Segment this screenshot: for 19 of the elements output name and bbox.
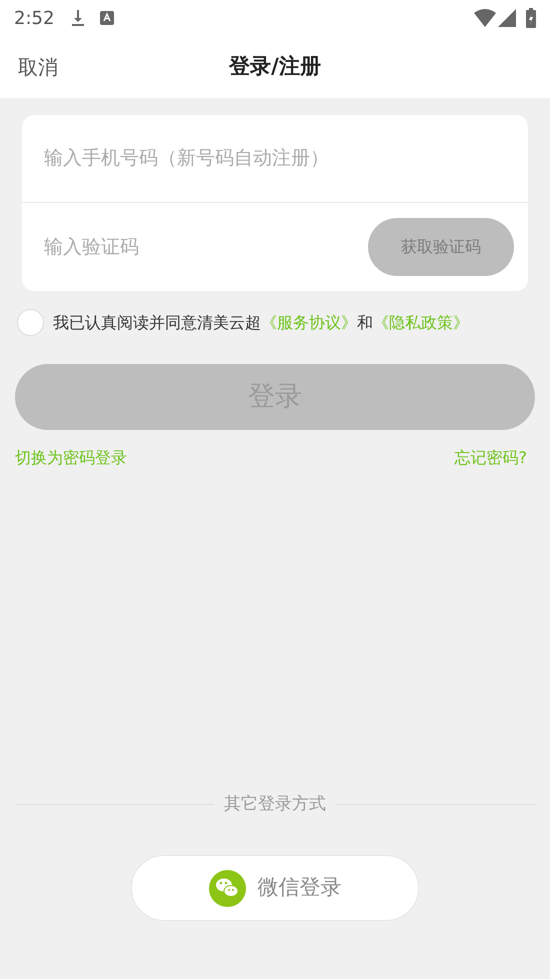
code-field[interactable]: 输入验证码 xyxy=(44,232,356,262)
agreement-checkbox[interactable] xyxy=(17,309,44,336)
policy-link[interactable]: 《隐私政策》 xyxy=(373,312,469,332)
battery-icon xyxy=(526,8,536,28)
cancel-button[interactable]: 取消 xyxy=(18,52,58,82)
keyboard-a-icon xyxy=(100,11,114,25)
page-title: 登录/注册 xyxy=(229,53,321,80)
wifi-icon xyxy=(474,9,496,27)
forgot-password-link[interactable]: 忘记密码? xyxy=(454,446,535,470)
policy-link[interactable]: 《服务协议》 xyxy=(261,312,357,332)
password-login-link[interactable]: 切换为密码登录 xyxy=(15,446,127,470)
agreement-text: 我已认真阅读并同意清美云超《服务协议》和《隐私政策》 xyxy=(53,312,469,334)
phone-field[interactable]: 输入手机号码（新号码自动注册） xyxy=(44,144,506,173)
signal-icon xyxy=(498,9,516,27)
other-login-label: 其它登录方式 xyxy=(224,792,326,816)
download-icon xyxy=(70,9,86,27)
status-time: 2:52 xyxy=(14,6,54,30)
wechat-login-button[interactable]: 微信登录 xyxy=(131,855,419,921)
chat-bubbles-icon xyxy=(208,870,246,906)
